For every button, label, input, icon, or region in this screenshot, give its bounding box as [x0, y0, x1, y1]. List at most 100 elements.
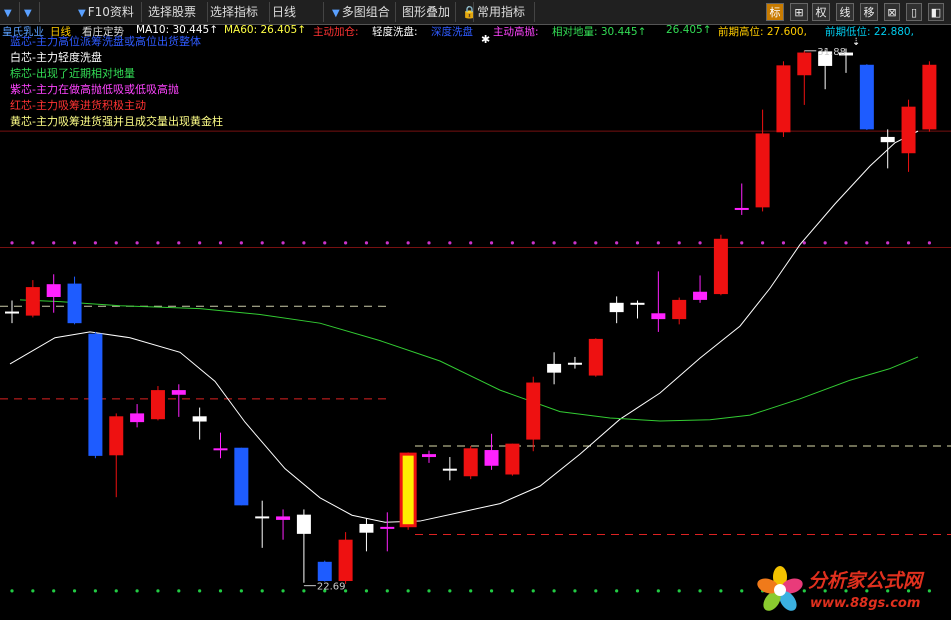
signal-dot: [656, 241, 660, 245]
signal-dot: [448, 241, 452, 245]
candle: [192, 407, 207, 440]
legend-item: 黄芯-主力吸筹进货强并且成交量出现黄金柱: [10, 115, 223, 128]
toolbar-icon-4[interactable]: 移: [860, 3, 878, 21]
top-toolbar: ▼▼▼F10资料选择股票选择指标日线▼多图组合图形叠加常用指标🔒标⊞权线移⊠▯◧: [0, 0, 951, 25]
candle: [880, 129, 895, 169]
toolbar-icon-6[interactable]: ▯: [906, 3, 922, 21]
signal-dot: [281, 589, 285, 593]
candle-body: [130, 413, 145, 423]
candle-body: [526, 382, 541, 440]
toolbar-icon-1[interactable]: ⊞: [790, 3, 808, 21]
candle-body: [651, 313, 666, 320]
signal-dot: [93, 589, 97, 593]
dropdown-arrow-icon: ▼: [332, 8, 340, 19]
candle: [25, 280, 40, 318]
candle-body: [150, 390, 165, 420]
toolbar-icon-3[interactable]: 线: [836, 3, 854, 21]
toolbar-item-label: 图形叠加: [402, 5, 451, 19]
qqgw-value: 前期高位: 27.600,: [718, 26, 807, 38]
candle-body: [380, 526, 395, 529]
signal-dot: [52, 589, 56, 593]
toolbar-item-4[interactable]: 选择指标: [206, 2, 270, 22]
signal-dot: [302, 589, 306, 593]
toolbar-item-6[interactable]: ▼ 多图组合: [328, 2, 396, 22]
toolbar-item-2[interactable]: ▼ F10资料: [74, 2, 142, 22]
signal-dot: [740, 589, 744, 593]
signal-dot: [489, 241, 494, 245]
candle: [526, 376, 541, 452]
signal-dot: [448, 589, 452, 593]
high-label: 31.88: [817, 47, 846, 58]
signal-dot: [31, 241, 35, 245]
candle-body: [693, 291, 708, 300]
signal-dot: [823, 241, 827, 245]
candle: [46, 274, 61, 313]
candle: [776, 61, 791, 137]
candle-body: [880, 136, 895, 143]
signal-dot: [135, 241, 139, 245]
zdjc-label: 主动加仓:: [313, 26, 359, 38]
qdxp-label: 轻度洗盘:: [372, 26, 418, 38]
candle-body: [547, 363, 562, 373]
candle: [588, 338, 603, 377]
candle: [255, 500, 270, 548]
candle: [150, 386, 165, 421]
low-label: 22.69: [317, 582, 346, 593]
candle-body: [5, 311, 19, 314]
candle: [109, 413, 124, 498]
signal-dot: [635, 589, 640, 593]
candle: [171, 384, 186, 417]
signal-dot: [635, 241, 640, 245]
candle-body: [609, 302, 624, 313]
legend-item: 蓝芯-主力高位派筹洗盘或高位出货整体: [10, 35, 201, 48]
signal-dot: [427, 589, 431, 593]
toolbar-item-8[interactable]: 常用指标: [473, 2, 535, 22]
legend-item: 棕芯-出现了近期相对地量: [10, 67, 135, 80]
toolbar-icon-5[interactable]: ⊠: [884, 3, 900, 21]
toolbar-item-label: 常用指标: [477, 5, 526, 19]
candle: [713, 234, 728, 296]
signal-dot: [469, 589, 473, 593]
candle-body: [296, 514, 311, 534]
toolbar-icon-0[interactable]: 标: [766, 3, 784, 21]
candle: [609, 296, 624, 324]
signal-dot: [385, 241, 389, 245]
candle-body: [442, 468, 457, 471]
toolbar-icon-7[interactable]: ◧: [928, 3, 944, 21]
candle-body: [46, 284, 61, 297]
signal-dot: [406, 241, 410, 245]
toolbar-icon-2[interactable]: 权: [812, 3, 830, 21]
signal-dot: [10, 589, 14, 593]
signal-dot: [218, 241, 223, 245]
signal-dot: [844, 241, 848, 245]
candle: [338, 532, 353, 584]
watermark-title: 分析家公式网: [808, 570, 923, 592]
candle: [797, 50, 812, 105]
lock-icon[interactable]: 🔒: [458, 2, 474, 22]
dropdown-arrow-icon: ▼: [24, 8, 32, 19]
candle-body: [88, 333, 103, 456]
dropdown-arrow-icon: ▼: [4, 8, 12, 19]
candle: [359, 518, 374, 552]
xddl-value: 相对地量: 30.445↑: [552, 26, 647, 38]
candle-body: [859, 64, 874, 130]
toolbar-item-1[interactable]: ▼: [20, 2, 40, 22]
toolbar-item-5[interactable]: 日线: [268, 2, 324, 22]
signal-dot: [906, 241, 911, 245]
toolbar-item-7[interactable]: 图形叠加: [398, 2, 456, 22]
signal-dot: [156, 589, 160, 593]
signal-dot: [510, 241, 514, 245]
candle: [67, 276, 82, 325]
toolbar-item-3[interactable]: 选择股票: [144, 2, 208, 22]
dropdown-arrow-icon: ▼: [78, 8, 86, 19]
candle: [296, 509, 311, 583]
signal-dot: [364, 241, 369, 245]
signal-dot: [302, 241, 306, 245]
candle-body: [25, 287, 40, 316]
candle: [234, 447, 249, 506]
toolbar-item-0[interactable]: ▼: [0, 2, 20, 22]
candle: [317, 560, 332, 582]
candle-body: [255, 516, 270, 519]
candle-body: [192, 416, 207, 422]
signal-dot: [93, 241, 97, 245]
